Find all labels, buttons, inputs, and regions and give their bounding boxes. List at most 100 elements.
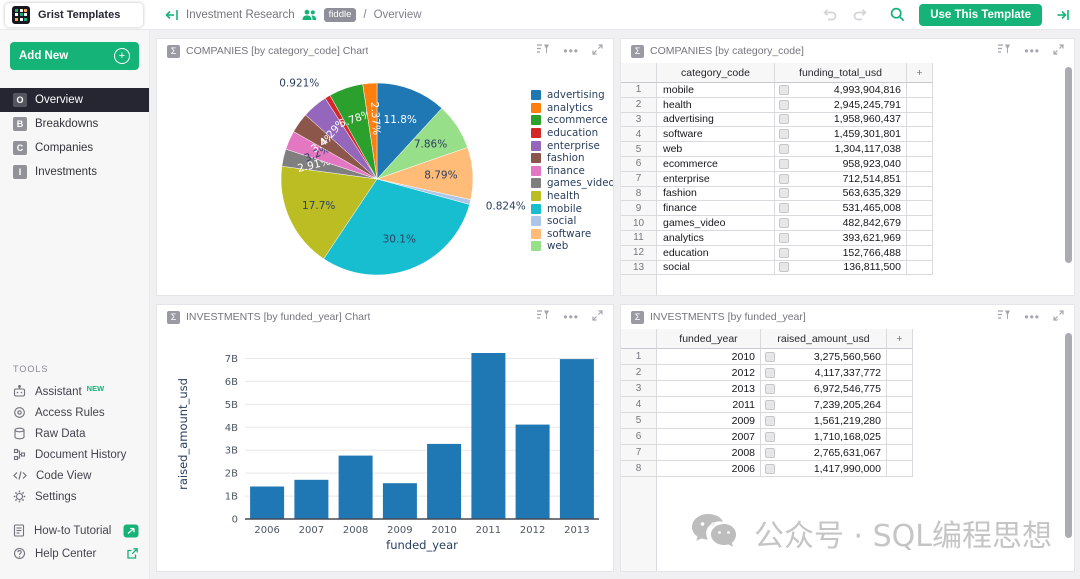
add-new-button[interactable]: Add New + xyxy=(10,42,139,70)
cell-expand-icon[interactable] xyxy=(779,100,789,110)
cell-category_code[interactable]: enterprise xyxy=(657,172,775,187)
legend-item-finance[interactable]: finance xyxy=(531,165,614,178)
row-number[interactable]: 8 xyxy=(621,461,657,477)
row-number[interactable]: 4 xyxy=(621,397,657,413)
expand-widget-icon[interactable] xyxy=(1053,42,1064,60)
add-column-button[interactable]: + xyxy=(907,63,933,83)
sort-filter-icon[interactable] xyxy=(997,42,1011,60)
legend-item-social[interactable]: social xyxy=(531,215,614,228)
cell-add-column[interactable] xyxy=(907,261,933,276)
widget-menu-icon[interactable]: ••• xyxy=(563,47,579,55)
cell-add-column[interactable] xyxy=(887,397,913,413)
cell-add-column[interactable] xyxy=(907,98,933,113)
sort-filter-icon[interactable] xyxy=(997,308,1011,326)
external-link-icon[interactable] xyxy=(126,547,139,560)
cell-expand-icon[interactable] xyxy=(779,233,789,243)
sidebar-item-breakdowns[interactable]: B Breakdowns xyxy=(0,112,149,136)
row-number[interactable]: 2 xyxy=(621,98,657,113)
cell-expand-icon[interactable] xyxy=(765,448,775,458)
cell-expand-icon[interactable] xyxy=(765,416,775,426)
cell-category_code[interactable]: health xyxy=(657,98,775,113)
cell-funding_total_usd[interactable]: 2,945,245,791 xyxy=(775,98,907,113)
expand-widget-icon[interactable] xyxy=(1053,308,1064,326)
sidebar-item-help-center[interactable]: Help Center xyxy=(0,542,149,565)
cell-funded_year[interactable]: 2010 xyxy=(657,349,761,365)
legend-item-mobile[interactable]: mobile xyxy=(531,202,614,215)
cell-raised_amount_usd[interactable]: 6,972,546,775 xyxy=(761,381,887,397)
doc-menu-button[interactable]: Grist Templates xyxy=(5,3,143,27)
legend-item-education[interactable]: education xyxy=(531,127,614,140)
row-number[interactable]: 10 xyxy=(621,216,657,231)
undo-icon[interactable] xyxy=(822,8,838,22)
sidebar-item-assistant[interactable]: Assistant NEW xyxy=(0,381,149,402)
row-number[interactable]: 4 xyxy=(621,127,657,142)
row-number[interactable]: 3 xyxy=(621,113,657,128)
cell-expand-icon[interactable] xyxy=(765,384,775,394)
table-scrollbar[interactable] xyxy=(1065,67,1072,285)
row-number[interactable]: 1 xyxy=(621,83,657,98)
cell-funding_total_usd[interactable]: 152,766,488 xyxy=(775,246,907,261)
widget-menu-icon[interactable]: ••• xyxy=(1024,47,1040,55)
cell-add-column[interactable] xyxy=(907,246,933,261)
cell-funding_total_usd[interactable]: 712,514,851 xyxy=(775,172,907,187)
cell-add-column[interactable] xyxy=(907,142,933,157)
bar-2007[interactable] xyxy=(294,480,328,519)
cell-add-column[interactable] xyxy=(887,445,913,461)
bar-2009[interactable] xyxy=(383,483,417,519)
use-template-button[interactable]: Use This Template xyxy=(919,4,1042,26)
legend-item-ecommerce[interactable]: ecommerce xyxy=(531,114,614,127)
sidebar-item-document-history[interactable]: Document History xyxy=(0,444,149,465)
row-number[interactable]: 3 xyxy=(621,381,657,397)
cell-category_code[interactable]: mobile xyxy=(657,83,775,98)
cell-raised_amount_usd[interactable]: 1,561,219,280 xyxy=(761,413,887,429)
sidebar-item-settings[interactable]: Settings xyxy=(0,486,149,507)
widget-menu-icon[interactable]: ••• xyxy=(1024,313,1040,321)
cell-expand-icon[interactable] xyxy=(779,144,789,154)
cell-expand-icon[interactable] xyxy=(779,188,789,198)
cell-funded_year[interactable]: 2013 xyxy=(657,381,761,397)
cell-expand-icon[interactable] xyxy=(779,114,789,124)
sidebar-item-access-rules[interactable]: Access Rules xyxy=(0,402,149,423)
sidebar-item-companies[interactable]: C Companies xyxy=(0,136,149,160)
cell-expand-icon[interactable] xyxy=(779,248,789,258)
redo-icon[interactable] xyxy=(852,8,868,22)
sidebar-item-code-view[interactable]: Code View xyxy=(0,465,149,486)
cell-funding_total_usd[interactable]: 482,842,679 xyxy=(775,216,907,231)
cell-raised_amount_usd[interactable]: 1,710,168,025 xyxy=(761,429,887,445)
cell-add-column[interactable] xyxy=(887,461,913,477)
expand-widget-icon[interactable] xyxy=(592,308,603,326)
cell-raised_amount_usd[interactable]: 1,417,990,000 xyxy=(761,461,887,477)
row-number[interactable]: 6 xyxy=(621,157,657,172)
cell-expand-icon[interactable] xyxy=(779,129,789,139)
cell-add-column[interactable] xyxy=(907,216,933,231)
cell-funding_total_usd[interactable]: 531,465,008 xyxy=(775,201,907,216)
legend-item-analytics[interactable]: analytics xyxy=(531,102,614,115)
cell-add-column[interactable] xyxy=(887,349,913,365)
cell-funded_year[interactable]: 2012 xyxy=(657,365,761,381)
cell-expand-icon[interactable] xyxy=(765,432,775,442)
row-number[interactable]: 1 xyxy=(621,349,657,365)
row-number[interactable]: 12 xyxy=(621,246,657,261)
row-number[interactable]: 7 xyxy=(621,172,657,187)
legend-item-web[interactable]: web xyxy=(531,240,614,253)
cell-expand-icon[interactable] xyxy=(779,218,789,228)
legend-item-software[interactable]: software xyxy=(531,228,614,241)
cell-funding_total_usd[interactable]: 136,811,500 xyxy=(775,261,907,276)
row-number[interactable]: 7 xyxy=(621,445,657,461)
collapse-left-panel-icon[interactable] xyxy=(165,8,179,22)
cell-funding_total_usd[interactable]: 563,635,329 xyxy=(775,187,907,202)
cell-raised_amount_usd[interactable]: 2,765,631,067 xyxy=(761,445,887,461)
legend-item-health[interactable]: health xyxy=(531,190,614,203)
cell-raised_amount_usd[interactable]: 4,117,337,772 xyxy=(761,365,887,381)
legend-item-fashion[interactable]: fashion xyxy=(531,152,614,165)
cell-funding_total_usd[interactable]: 1,459,301,801 xyxy=(775,127,907,142)
sidebar-item-howto-tutorial[interactable]: How-to Tutorial xyxy=(0,519,149,542)
column-header-funding_total_usd[interactable]: funding_total_usd xyxy=(775,63,907,83)
widget-menu-icon[interactable]: ••• xyxy=(563,313,579,321)
cell-add-column[interactable] xyxy=(887,381,913,397)
cell-add-column[interactable] xyxy=(887,413,913,429)
search-icon[interactable] xyxy=(890,7,905,22)
breadcrumb-doc-name[interactable]: Investment Research xyxy=(186,9,295,21)
cell-add-column[interactable] xyxy=(887,429,913,445)
cell-category_code[interactable]: web xyxy=(657,142,775,157)
